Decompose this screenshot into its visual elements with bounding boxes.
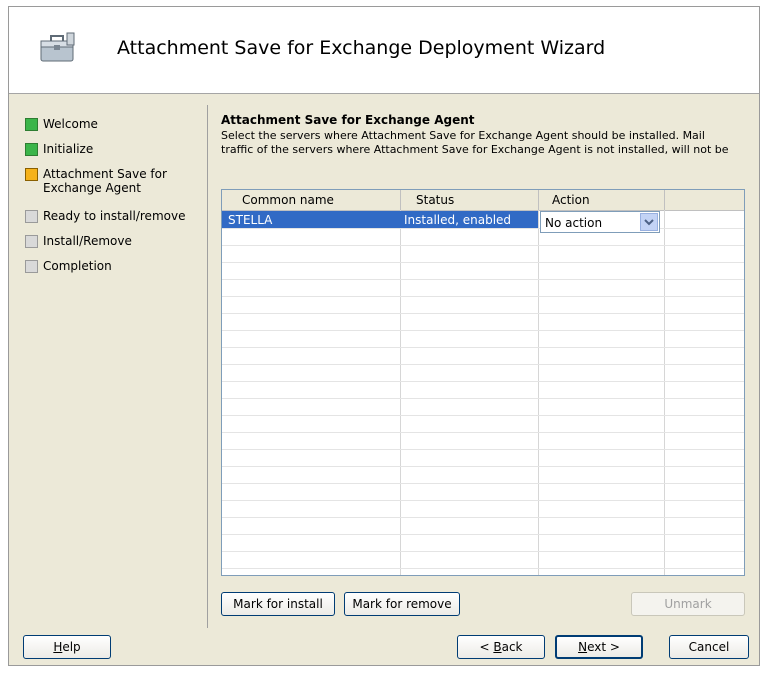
grid-row-line (222, 245, 744, 246)
description-line: traffic of the servers where Attachment … (221, 143, 729, 156)
step-initialize: Initialize (9, 140, 205, 165)
cancel-button[interactable]: Cancel (669, 635, 749, 659)
grid-row-line (222, 262, 744, 263)
back-button[interactable]: < Back (457, 635, 545, 659)
grid-row-line (222, 313, 744, 314)
grid-row-line (222, 330, 744, 331)
wizard-header: Attachment Save for Exchange Deployment … (9, 7, 759, 94)
action-dropdown-value: No action (545, 216, 603, 230)
step-label: Initialize (43, 142, 94, 156)
step-exchange-agent: Attachment Save for Exchange Agent (9, 165, 205, 207)
cell-common-name[interactable]: STELLA (228, 213, 272, 227)
column-separator[interactable] (400, 190, 401, 210)
step-current-icon (25, 168, 38, 181)
grid-row-line (222, 466, 744, 467)
step-label: Install/Remove (43, 234, 132, 248)
grid-row-line (222, 534, 744, 535)
grid-row-line (222, 517, 744, 518)
help-label: elp (62, 640, 81, 654)
column-separator[interactable] (664, 190, 665, 210)
step-done-icon (25, 143, 38, 156)
section-title: Attachment Save for Exchange Agent (221, 113, 475, 127)
step-pending-icon (25, 260, 38, 273)
column-header-action[interactable]: Action (552, 193, 590, 207)
step-done-icon (25, 118, 38, 131)
step-welcome: Welcome (9, 115, 205, 140)
grid-row-line (222, 432, 744, 433)
step-pending-icon (25, 235, 38, 248)
next-label: ext > (587, 640, 620, 654)
chevron-down-icon[interactable] (640, 213, 658, 231)
grid-row-line (222, 483, 744, 484)
grid-row-line (222, 568, 744, 569)
mark-for-remove-button[interactable]: Mark for remove (344, 592, 460, 616)
grid-row-line (222, 551, 744, 552)
cell-status[interactable]: Installed, enabled (404, 213, 511, 227)
server-grid[interactable]: Common name Status Action STELLA Install… (221, 189, 745, 576)
step-label: Ready to install/remove (43, 209, 186, 223)
section-description: Select the servers where Attachment Save… (221, 129, 751, 157)
chevron-down-glyph (644, 219, 654, 226)
help-button[interactable]: Help (23, 635, 111, 659)
grid-column-line (664, 210, 665, 575)
column-header-status[interactable]: Status (416, 193, 454, 207)
grid-column-line (538, 210, 539, 575)
grid-row-line (222, 415, 744, 416)
grid-column-line (400, 210, 401, 575)
back-mnemonic: B (493, 640, 502, 654)
column-separator[interactable] (538, 190, 539, 210)
step-label: Completion (43, 259, 112, 273)
back-label: ack (501, 640, 523, 654)
grid-header: Common name Status Action (222, 190, 744, 211)
grid-row-line (222, 347, 744, 348)
step-ready: Ready to install/remove (9, 207, 205, 232)
grid-row-line (222, 381, 744, 382)
wizard-window: Attachment Save for Exchange Deployment … (8, 6, 760, 666)
toolbox-icon (40, 32, 75, 62)
grid-row-line (222, 228, 744, 229)
vertical-divider (207, 105, 208, 628)
grid-row-line (222, 364, 744, 365)
grid-row-line (222, 296, 744, 297)
next-mnemonic: N (578, 640, 588, 654)
mark-for-install-button[interactable]: Mark for install (221, 592, 335, 616)
next-button[interactable]: Next > (555, 635, 643, 659)
back-prefix: < (479, 640, 494, 654)
step-label: Attachment Save for Exchange Agent (43, 167, 167, 195)
step-pending-icon (25, 210, 38, 223)
help-mnemonic: H (53, 640, 63, 654)
grid-row-line (222, 500, 744, 501)
step-completion: Completion (9, 257, 205, 282)
description-line: Select the servers where Attachment Save… (221, 129, 705, 142)
unmark-button[interactable]: Unmark (631, 592, 745, 616)
action-dropdown[interactable]: No action (540, 211, 660, 233)
grid-row-line (222, 449, 744, 450)
grid-row-line (222, 398, 744, 399)
column-header-common-name[interactable]: Common name (242, 193, 334, 207)
grid-row-line (222, 279, 744, 280)
step-list: Welcome Initialize Attachment Save for E… (9, 115, 205, 282)
step-label: Welcome (43, 117, 98, 131)
step-install-remove: Install/Remove (9, 232, 205, 257)
wizard-title: Attachment Save for Exchange Deployment … (117, 37, 606, 59)
